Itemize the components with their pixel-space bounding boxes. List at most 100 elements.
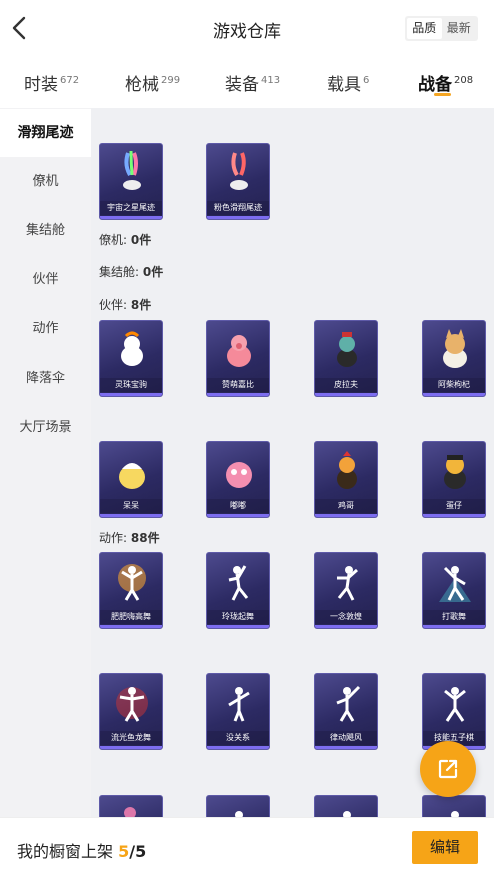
item-card[interactable]: 皮拉夫 [314,320,378,397]
showcase-total: 5 [135,842,147,861]
item-name: 粉色滑翔尾迹 [207,201,269,215]
companion-chick-art-icon [119,463,145,489]
card-edge [100,393,162,396]
item-name: 阿柴枸杞 [423,378,485,392]
sort-toggle: 品质 最新 [405,16,478,41]
tab-label: 枪械 [125,75,159,95]
item-card[interactable]: 打歌舞 [422,552,486,629]
item-name: 律动飓风 [315,731,377,745]
sort-option-quality[interactable]: 品质 [407,18,442,39]
item-card[interactable]: 律动飓风 [314,673,378,750]
header: 游戏仓库 品质 最新 [0,0,494,58]
emote-dance-art-icon [343,811,351,817]
section-wingman-label: 僚机: 0件 [99,231,151,248]
item-card[interactable]: 一念敦煌 [314,552,378,629]
emote-dance-art-icon [337,566,358,601]
section-name: 僚机: [99,233,128,247]
item-card[interactable]: 没关系 [206,673,270,750]
item-name: 灵珠宝驹 [100,378,162,392]
card-edge [423,514,485,517]
tab-count: 413 [261,75,281,86]
item-card[interactable] [99,795,163,817]
companion-pig-art-icon [227,335,251,367]
sidebar-item-capsule[interactable]: 集结舱 [0,207,91,255]
tab-vehicles[interactable]: 载具 6 [327,70,369,95]
card-edge [423,625,485,628]
tab-count: 299 [161,75,181,86]
item-name: 打歌舞 [423,610,485,624]
bottom-bar: 我的橱窗上架 5/5 编辑 [0,817,494,875]
item-grid: 宇宙之星尾迹 粉色滑翔尾迹 僚机: 0件 集结舱: 0件 伙伴: 8件 灵珠宝驹… [91,108,494,817]
companion-pony-art-icon [121,331,143,366]
section-companion-label: 伙伴: 8件 [99,296,151,313]
sort-option-newest[interactable]: 最新 [442,18,477,39]
item-card[interactable]: 蛋仔 [422,441,486,518]
card-edge [100,216,162,219]
sidebar-item-lobby-scene[interactable]: 大厅场景 [0,404,91,452]
item-card[interactable]: 赞萌嘉比 [206,320,270,397]
item-card[interactable] [314,795,378,817]
tab-equipment[interactable]: 装备 413 [225,70,280,95]
card-edge [207,625,269,628]
item-card[interactable]: 呆呆 [99,441,163,518]
tab-label: 时装 [24,75,58,95]
emote-dance-art-icon [451,811,459,817]
section-emote-label: 动作: 88件 [99,529,160,546]
item-name: 皮拉夫 [315,378,377,392]
card-edge [207,216,269,219]
sidebar-item-glide-trail[interactable]: 滑翔尾迹 [0,109,91,157]
item-card[interactable]: 粉色滑翔尾迹 [206,143,270,220]
item-card[interactable] [206,795,270,817]
sidebar-item-emote[interactable]: 动作 [0,305,91,353]
item-card[interactable]: 宇宙之星尾迹 [99,143,163,220]
item-name: 没关系 [207,731,269,745]
item-name: 肥肥嗨高舞 [100,610,162,624]
pink-trail-art-icon [230,152,248,190]
emote-dance-art-icon [124,807,136,817]
item-name: 流光鱼龙舞 [100,731,162,745]
item-card[interactable]: 流光鱼龙舞 [99,673,163,750]
card-edge [315,625,377,628]
item-card[interactable]: 玲珑起舞 [206,552,270,629]
item-card[interactable]: 阿柴枸杞 [422,320,486,397]
item-card[interactable]: 肥肥嗨高舞 [99,552,163,629]
item-name: 宇宙之星尾迹 [100,201,162,215]
showcase-label: 我的橱窗上架 [17,842,114,861]
item-card[interactable] [422,795,486,817]
emote-dance-art-icon [116,687,148,722]
emote-dance-art-icon [444,687,466,722]
card-edge [315,746,377,749]
card-edge [207,393,269,396]
companion-dragon-art-icon [337,332,357,367]
sidebar-item-companion[interactable]: 伙伴 [0,256,91,304]
sidebar-item-wingman[interactable]: 僚机 [0,158,91,206]
item-card[interactable]: 嘟嘟 [206,441,270,518]
card-edge [315,514,377,517]
item-card[interactable]: 灵珠宝驹 [99,320,163,397]
tab-firearms[interactable]: 枪械 299 [125,70,180,95]
tab-combat-gear[interactable]: 战备 208 [418,70,473,95]
tab-label: 装备 [225,75,259,95]
companion-egg-art-icon [444,455,466,489]
sidebar: 滑翔尾迹 僚机 集结舱 伙伴 动作 降落伞 大厅场景 [0,108,91,817]
card-edge [100,514,162,517]
item-name: 蛋仔 [423,499,485,513]
card-edge [100,625,162,628]
card-edge [423,393,485,396]
tab-label: 载具 [327,75,361,95]
section-count: 0件 [130,233,152,247]
tab-count: 6 [363,75,370,86]
sidebar-item-parachute[interactable]: 降落伞 [0,355,91,403]
item-card[interactable]: 鸡哥 [314,441,378,518]
item-name: 嘟嘟 [207,499,269,513]
share-button[interactable] [420,741,476,797]
section-count: 88件 [130,531,160,545]
emote-dance-art-icon [336,685,361,722]
section-name: 集结舱: [99,265,140,279]
item-card[interactable]: 技能五子棋 [422,673,486,750]
tab-outfits[interactable]: 时装 672 [24,70,79,95]
star-trail-art-icon [123,150,141,190]
edit-button[interactable]: 编辑 [412,831,478,864]
card-edge [207,514,269,517]
companion-shiba-art-icon [443,329,467,368]
